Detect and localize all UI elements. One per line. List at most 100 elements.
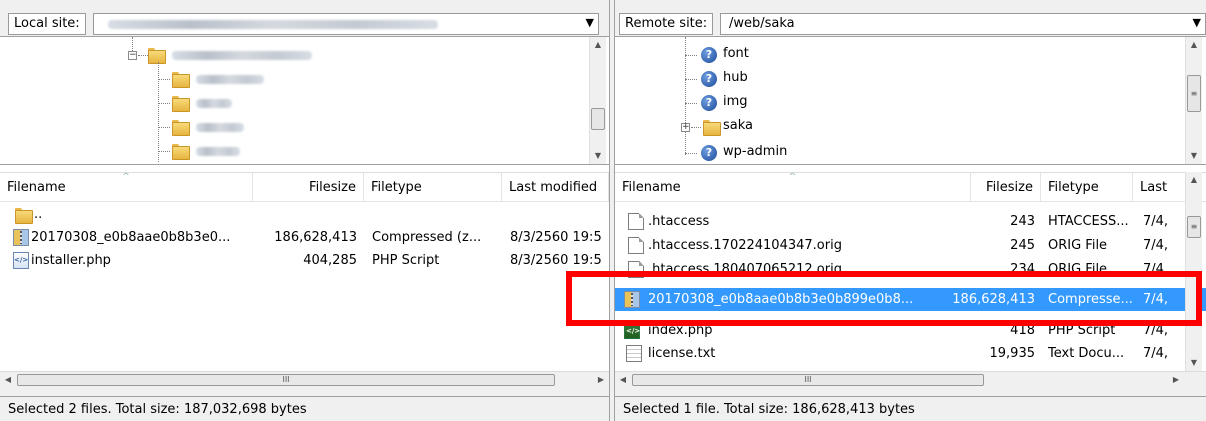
- file-modified: 8/3/2560 19:5: [510, 230, 602, 245]
- redacted-path: [108, 20, 438, 29]
- tree-item-hub[interactable]: hub: [723, 70, 748, 85]
- remote-file-list[interactable]: ^ Filename Filesize Filetype Last .htacc…: [615, 172, 1206, 371]
- remote-site-path[interactable]: /web/saka: [729, 16, 795, 31]
- remote-site-combo[interactable]: /web/saka ▼: [720, 13, 1206, 35]
- list-item[interactable]: ..: [0, 203, 609, 226]
- column-filesize[interactable]: Filesize: [253, 173, 364, 202]
- list-item[interactable]: installer.php 404,285 PHP Script 8/3/256…: [0, 249, 609, 272]
- remote-list-header: ^ Filename Filesize Filetype Last: [615, 172, 1206, 202]
- file-modified: 7/4,: [1143, 262, 1169, 277]
- tree-item-4[interactable]: [196, 147, 240, 156]
- file-modified: 8/3/2560 19:5: [510, 253, 602, 268]
- local-site-bar: Local site: ▼: [0, 0, 609, 37]
- scroll-down-icon[interactable]: ▼: [590, 148, 606, 164]
- file-name: .htaccess.180407065212.orig: [648, 262, 842, 277]
- chevron-down-icon[interactable]: ▼: [1193, 16, 1201, 29]
- tree-item-wp-admin[interactable]: wp-admin: [723, 144, 787, 159]
- list-item[interactable]: .htaccess.170224104347.orig 245 ORIG Fil…: [615, 234, 1206, 257]
- file-type: HTACCESS...: [1048, 214, 1129, 229]
- tree-item-0[interactable]: [172, 51, 312, 60]
- file-type: Compresse...: [1048, 292, 1133, 307]
- remote-status-bar: Selected 1 file. Total size: 186,628,413…: [615, 396, 1206, 421]
- file-size: 404,285: [303, 253, 357, 268]
- tree-item-3[interactable]: [196, 123, 244, 132]
- expand-icon[interactable]: +: [681, 123, 690, 132]
- file-name: ..: [34, 207, 43, 222]
- file-modified: 7/4,: [1143, 292, 1169, 307]
- column-last-modified[interactable]: Last: [1133, 173, 1189, 202]
- file-type: ORIG File: [1048, 262, 1108, 277]
- local-tree[interactable]: − ▲ ▼: [0, 37, 609, 165]
- column-filesize[interactable]: Filesize: [971, 173, 1041, 202]
- file-name: license.txt: [648, 346, 716, 361]
- chevron-down-icon[interactable]: ▼: [586, 16, 594, 29]
- scroll-left-icon[interactable]: ◀: [0, 372, 16, 388]
- file-name: .htaccess.170224104347.orig: [648, 238, 842, 253]
- scroll-up-icon[interactable]: ▲: [1186, 172, 1202, 188]
- file-size: 243: [1010, 214, 1035, 229]
- file-name: .htaccess: [648, 214, 710, 229]
- collapse-icon[interactable]: −: [128, 51, 137, 60]
- file-type: Text Docu...: [1048, 346, 1125, 361]
- folder-icon: [172, 120, 190, 136]
- local-site-label: Local site:: [8, 13, 86, 35]
- file-size: 186,628,413: [274, 230, 357, 245]
- local-list-hscrollbar[interactable]: ◀ III ▶: [0, 371, 609, 388]
- remote-site-bar: Remote site: /web/saka ▼: [615, 0, 1206, 37]
- folder-icon: [172, 72, 190, 88]
- php-icon: [624, 322, 640, 339]
- file-name: 20170308_e0b8aae0b8b3e0b899e0b8...: [648, 292, 914, 307]
- tree-item-1[interactable]: [196, 75, 264, 84]
- unknown-folder-icon: ?: [701, 71, 717, 87]
- tree-item-font[interactable]: font: [723, 46, 749, 61]
- file-icon: [628, 213, 644, 230]
- scroll-down-icon[interactable]: ▼: [1186, 148, 1202, 164]
- scroll-thumb[interactable]: III: [17, 374, 555, 386]
- remote-site-label: Remote site:: [619, 13, 714, 35]
- remote-list-scrollbar[interactable]: ▲ ≡ ▼: [1185, 172, 1202, 371]
- column-filename[interactable]: ^ Filename: [0, 173, 253, 202]
- column-filetype[interactable]: Filetype: [1041, 173, 1133, 202]
- scroll-up-icon[interactable]: ▲: [590, 37, 606, 53]
- folder-icon: [15, 208, 33, 224]
- file-icon: [628, 237, 644, 254]
- tree-item-saka[interactable]: saka: [723, 118, 753, 133]
- scroll-thumb[interactable]: [591, 108, 605, 130]
- local-file-list[interactable]: ^ Filename Filesize Filetype Last modifi…: [0, 172, 609, 371]
- scroll-thumb[interactable]: ≡: [1187, 75, 1201, 112]
- column-last-modified[interactable]: Last modified: [502, 173, 609, 202]
- local-pane: Local site: ▼ − ▲ ▼ ^ Filename Filesize …: [0, 0, 609, 421]
- scroll-thumb[interactable]: ≡: [1187, 216, 1201, 238]
- scroll-up-icon[interactable]: ▲: [1186, 37, 1202, 53]
- file-type: Compressed (z...: [372, 230, 482, 245]
- scroll-right-icon[interactable]: ▶: [1168, 372, 1184, 388]
- file-size: 418: [1010, 323, 1035, 338]
- list-item[interactable]: 20170308_e0b8aae0b8b3e0... 186,628,413 C…: [0, 226, 609, 249]
- list-item[interactable]: .htaccess 243 HTACCESS... 7/4,: [615, 210, 1206, 233]
- php-icon: [13, 252, 29, 269]
- list-item-selected[interactable]: 20170308_e0b8aae0b8b3e0b899e0b8... 186,6…: [615, 288, 1206, 311]
- file-type: PHP Script: [372, 253, 440, 268]
- column-filename[interactable]: ^ Filename: [615, 173, 971, 202]
- list-item[interactable]: .htaccess.180407065212.orig 234 ORIG Fil…: [615, 258, 1206, 281]
- folder-icon: [148, 48, 166, 64]
- remote-tree-scrollbar[interactable]: ▲ ≡ ▼: [1185, 37, 1202, 164]
- sort-ascending-icon: ^: [788, 173, 797, 182]
- tree-item-img[interactable]: img: [723, 94, 748, 109]
- file-size: 245: [1010, 238, 1035, 253]
- file-name: installer.php: [31, 253, 111, 268]
- local-tree-scrollbar[interactable]: ▲ ▼: [589, 37, 606, 164]
- scroll-thumb[interactable]: III: [632, 374, 984, 386]
- remote-list-hscrollbar[interactable]: ◀ III ▶: [615, 371, 1206, 388]
- scroll-right-icon[interactable]: ▶: [593, 372, 609, 388]
- zip-icon: [624, 291, 640, 308]
- remote-tree[interactable]: ? font ? hub ? img + saka ? wp-admin ▲ ≡…: [615, 37, 1206, 165]
- scroll-left-icon[interactable]: ◀: [615, 372, 631, 388]
- local-site-combo[interactable]: ▼: [93, 13, 599, 35]
- tree-item-2[interactable]: [196, 99, 232, 108]
- scroll-down-icon[interactable]: ▼: [1186, 355, 1202, 371]
- column-filetype[interactable]: Filetype: [364, 173, 502, 202]
- file-size: 186,628,413: [952, 292, 1035, 307]
- list-item[interactable]: license.txt 19,935 Text Docu... 7/4,: [615, 342, 1206, 365]
- list-item[interactable]: index.php 418 PHP Script 7/4,: [615, 319, 1206, 342]
